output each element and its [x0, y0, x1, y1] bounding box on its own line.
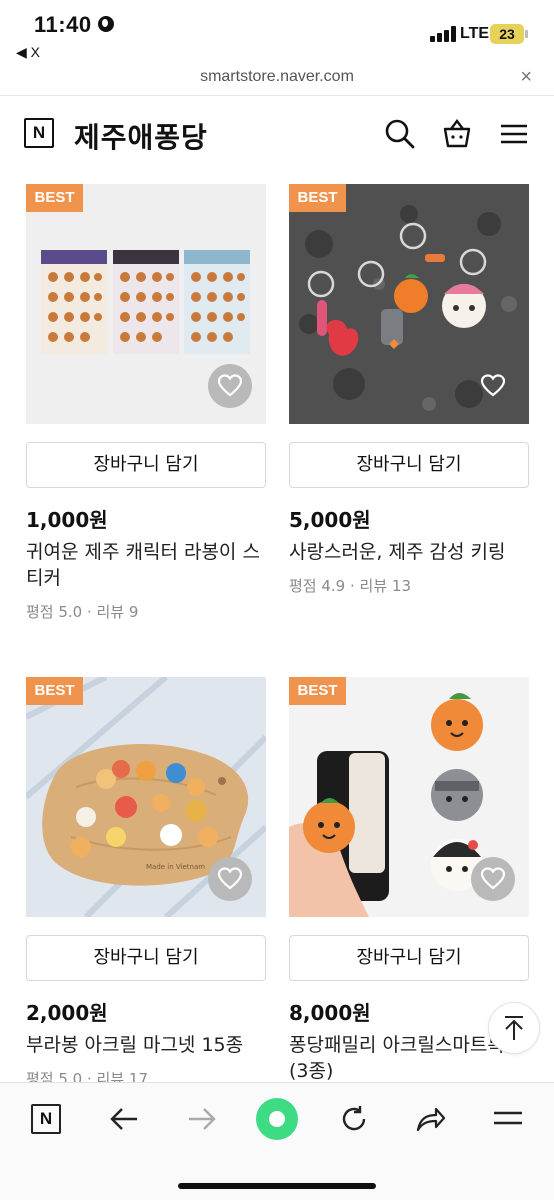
- menu-icon[interactable]: [498, 118, 530, 150]
- scroll-top-button[interactable]: [488, 1002, 540, 1054]
- menu-icon[interactable]: [488, 1099, 528, 1139]
- back-to-app-button[interactable]: ◀ X: [16, 44, 40, 61]
- product-image[interactable]: BEST Made in Vietnam: [26, 677, 266, 917]
- shopping-bag-icon[interactable]: [441, 118, 473, 150]
- heart-outline-icon[interactable]: [208, 857, 252, 901]
- made-in-vietnam-text: Made in Vietnam: [146, 863, 205, 871]
- product-rating: 평점 4.9 · 리뷰 13: [289, 577, 411, 595]
- share-icon[interactable]: [410, 1099, 450, 1139]
- best-badge: BEST: [26, 677, 83, 705]
- product-name[interactable]: 사랑스러운, 제주 감성 키링: [289, 539, 529, 565]
- best-badge: BEST: [26, 184, 83, 212]
- best-badge: BEST: [289, 677, 346, 705]
- heart-outline-icon[interactable]: [471, 364, 515, 408]
- url-bar: smartstore.naver.com ×: [0, 62, 554, 96]
- network-type: LTE: [460, 25, 490, 42]
- home-indicator: [178, 1183, 376, 1189]
- browser-toolbar: N: [0, 1082, 554, 1200]
- product-card[interactable]: BEST: [26, 184, 266, 622]
- product-grid: BEST 장바구니 담기 1,000원 귀여운 제주 캐릭터 라봉이 스티커 평…: [0, 176, 554, 1082]
- product-name[interactable]: 부라봉 아크릴 마그넷 15종: [26, 1032, 266, 1058]
- heart-outline-icon[interactable]: [208, 364, 252, 408]
- product-card[interactable]: BEST Made in Vietnam 장바구니 담기 2,000원 부라봉 …: [26, 677, 266, 1082]
- product-card[interactable]: BEST 장바구니 담기 5,000원 사랑스러운, 제주 감성 키링 평점 4…: [289, 184, 529, 596]
- refresh-icon[interactable]: [334, 1099, 374, 1139]
- forward-arrow-icon[interactable]: [182, 1099, 222, 1139]
- product-price: 5,000원: [289, 508, 371, 532]
- naver-home-icon[interactable]: N: [26, 1099, 66, 1139]
- status-bar: 11:40 ◀ X LTE 23: [0, 0, 554, 62]
- back-arrow-icon[interactable]: [104, 1099, 144, 1139]
- signal-icon: [430, 26, 456, 42]
- naver-logo[interactable]: N: [24, 118, 54, 148]
- search-icon[interactable]: [384, 118, 416, 150]
- add-to-cart-button[interactable]: 장바구니 담기: [26, 442, 266, 488]
- add-to-cart-button[interactable]: 장바구니 담기: [26, 935, 266, 981]
- status-time: 11:40: [34, 12, 92, 37]
- url-text[interactable]: smartstore.naver.com: [0, 68, 554, 86]
- heart-outline-icon[interactable]: [471, 857, 515, 901]
- product-name[interactable]: 귀여운 제주 캐릭터 라봉이 스티커: [26, 539, 266, 591]
- battery-icon: 23: [490, 24, 528, 44]
- add-to-cart-button[interactable]: 장바구니 담기: [289, 442, 529, 488]
- product-image[interactable]: BEST: [289, 677, 529, 917]
- product-image[interactable]: BEST: [26, 184, 266, 424]
- product-price: 2,000원: [26, 1001, 108, 1025]
- close-icon[interactable]: ×: [520, 66, 532, 89]
- product-image[interactable]: BEST: [289, 184, 529, 424]
- product-price: 1,000원: [26, 508, 108, 532]
- product-rating: 평점 5.0 · 리뷰 9: [26, 603, 139, 621]
- store-name[interactable]: 제주애퐁당: [74, 116, 208, 156]
- product-rating: 평점 5.0 · 리뷰 17: [26, 1070, 148, 1082]
- best-badge: BEST: [289, 184, 346, 212]
- globe-icon: [98, 16, 114, 32]
- add-to-cart-button[interactable]: 장바구니 담기: [289, 935, 529, 981]
- green-dot-icon[interactable]: [254, 1096, 300, 1142]
- arrow-up-icon: [505, 1016, 523, 1040]
- site-header: N 제주애퐁당: [0, 96, 554, 176]
